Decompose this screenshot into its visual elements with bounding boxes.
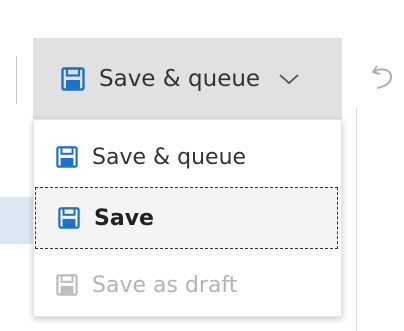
menu-item-label: Save	[94, 205, 154, 231]
save-icon	[56, 274, 78, 296]
column-divider	[356, 108, 357, 331]
menu-item-label: Save as draft	[92, 272, 238, 298]
chevron-down-icon	[278, 72, 300, 86]
menu-item-save[interactable]: Save	[35, 187, 338, 249]
toolbar-separator	[16, 56, 17, 104]
row-divider	[0, 243, 34, 244]
undo-icon[interactable]	[368, 62, 398, 92]
save-icon	[61, 66, 85, 91]
save-queue-label: Save & queue	[99, 65, 261, 92]
save-icon	[58, 207, 80, 229]
app-window: Save & queue Save & queue Save Save as d…	[0, 0, 404, 331]
save-icon	[56, 146, 78, 168]
save-queue-dropdown-button[interactable]: Save & queue	[33, 38, 342, 119]
menu-item-save-and-queue[interactable]: Save & queue	[34, 128, 341, 186]
save-options-menu: Save & queue Save Save as draft	[33, 119, 342, 317]
selected-row-background	[0, 197, 34, 243]
menu-item-save-as-draft: Save as draft	[34, 256, 341, 314]
menu-item-label: Save & queue	[92, 144, 247, 170]
